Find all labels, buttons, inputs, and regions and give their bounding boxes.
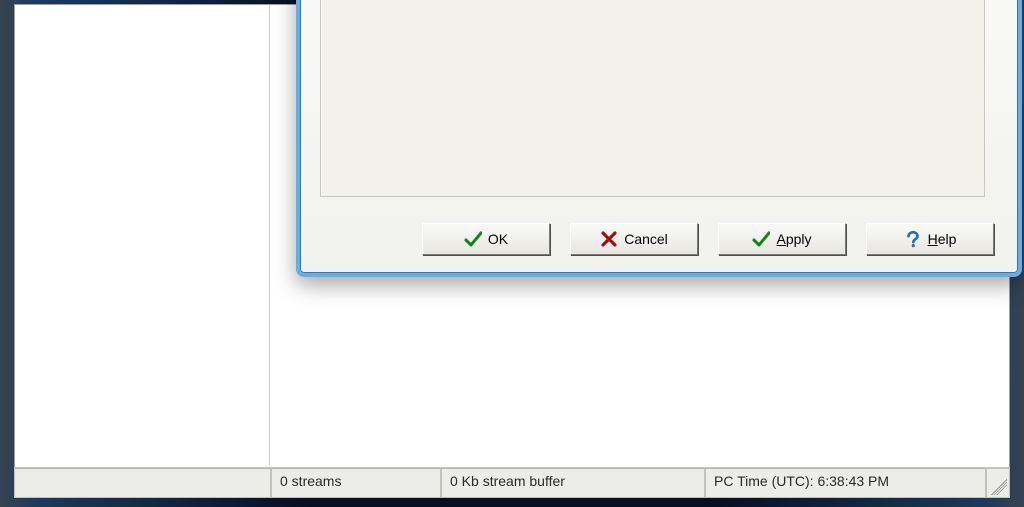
status-cell-time: PC Time (UTC): 6:38:43 PM <box>705 468 986 498</box>
x-icon <box>600 230 618 248</box>
status-cell-streams: 0 streams <box>271 468 441 498</box>
cancel-button-label: Cancel <box>624 231 668 247</box>
ok-button-label: OK <box>488 231 508 247</box>
apply-button[interactable]: Apply <box>718 223 846 255</box>
options-dialog: OK Cancel <box>296 0 1022 277</box>
resize-grip-icon[interactable] <box>986 468 1010 498</box>
status-cell-empty <box>14 468 271 498</box>
sidebar-panel <box>15 5 270 465</box>
aero-window-frame: 0 streams 0 Kb stream buffer PC Time (UT… <box>0 0 1024 507</box>
ok-button[interactable]: OK <box>422 223 550 255</box>
dialog-button-row: OK Cancel <box>422 223 994 255</box>
help-button[interactable]: Help <box>866 223 994 255</box>
status-bar: 0 streams 0 Kb stream buffer PC Time (UT… <box>14 467 1010 498</box>
apply-button-label: Apply <box>776 231 811 247</box>
app-window: 0 streams 0 Kb stream buffer PC Time (UT… <box>14 4 1010 498</box>
help-button-label: Help <box>928 231 957 247</box>
check-icon <box>752 230 770 248</box>
check-icon <box>464 230 482 248</box>
question-icon <box>904 230 922 248</box>
dialog-content-panel <box>320 0 985 197</box>
status-cell-buffer: 0 Kb stream buffer <box>441 468 705 498</box>
cancel-button[interactable]: Cancel <box>570 223 698 255</box>
